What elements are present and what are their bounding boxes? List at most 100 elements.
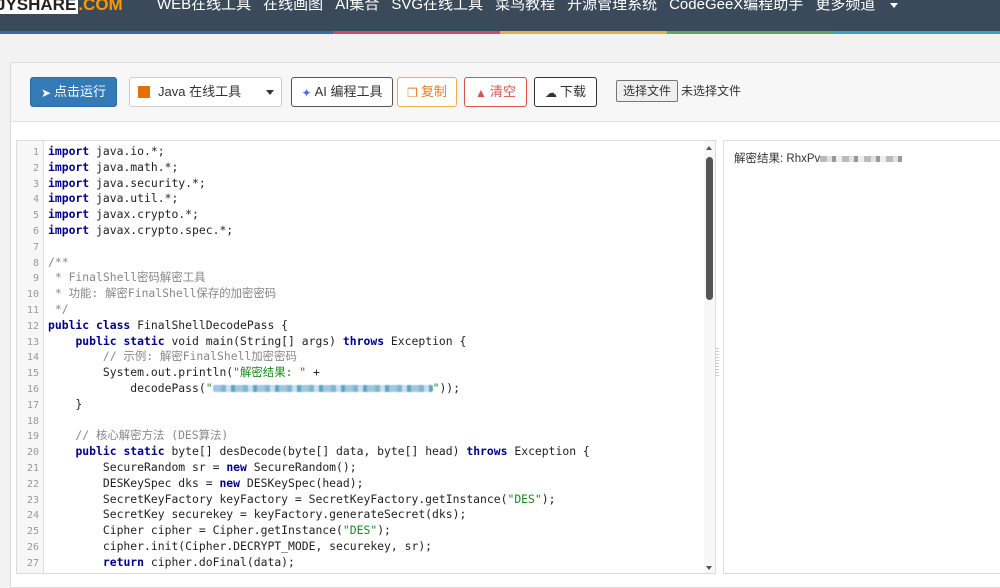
code-line: 9 * FinalShell密码解密工具 [17, 270, 707, 286]
nav-link[interactable]: 菜鸟教程 [495, 0, 555, 13]
code-text: SecureRandom sr = new SecureRandom(); [48, 460, 357, 476]
nav-color-strip [0, 31, 1000, 34]
line-number: 11 [26, 304, 39, 316]
main-card: ➤ 点击运行 Java 在线工具 ✦ AI 编程工具 ❐ 复制 ▲ 清空 ☁ 下载 选择文… [10, 62, 1000, 588]
top-navbar: JYSHARE .COM WEB在线工具 在线画图 AI集合 SVG在线工具 菜鸟教程 开源… [0, 0, 1000, 31]
language-select[interactable]: Java 在线工具 [129, 77, 282, 107]
code-line: 13 public static void main(String[] args… [17, 334, 707, 350]
nav-link[interactable]: SVG在线工具 [391, 0, 483, 13]
copy-icon: ❐ [407, 85, 418, 100]
code-text: SecretKey securekey = keyFactory.generat… [48, 507, 466, 523]
line-number: 23 [26, 494, 39, 506]
code-token: FinalShellDecodePass { [130, 317, 289, 332]
code-text: cipher.init(Cipher.DECRYPT_MODE, securek… [48, 539, 432, 555]
code-token: javax.crypto.*; [89, 207, 199, 222]
code-token: java.util.*; [89, 191, 179, 206]
scrollbar-thumb[interactable] [706, 157, 713, 300]
choose-file-button[interactable]: 选择文件 [616, 80, 679, 102]
code-token: cipher.doFinal(data); [144, 554, 295, 569]
line-number: 16 [26, 383, 39, 395]
code-text: public class FinalShellDecodePass { [48, 318, 288, 334]
code-token: Exception { [384, 333, 467, 348]
logo-domain: .COM [78, 0, 123, 14]
code-token: decodePass( [48, 380, 206, 395]
code-token: ); [541, 491, 556, 506]
code-line: 1 import java.io.*; [17, 144, 707, 160]
nav-link[interactable]: CodeGeeX编程助手 [669, 0, 803, 13]
color-strip-segment [500, 31, 667, 34]
run-button[interactable]: ➤ 点击运行 [30, 77, 117, 107]
site-logo[interactable]: JYSHARE .COM [0, 0, 123, 16]
code-line: 2 import java.math.*; [17, 160, 707, 176]
ai-icon: ✦ [301, 85, 312, 100]
code-token: Cipher cipher = Cipher.getInstance( [48, 523, 343, 538]
code-token: // 示例: 解密FinalShell加密密码 [48, 349, 297, 364]
paper-plane-icon: ➤ [40, 85, 52, 100]
code-token: Exception { [507, 444, 590, 459]
editor-scrollbar[interactable] [704, 141, 715, 573]
output-panel: 解密结果: RhxPv [723, 140, 1000, 574]
code-token: * FinalShell密码解密工具 [48, 270, 206, 285]
code-line: 10 * 功能: 解密FinalShell保存的加密密码 [17, 286, 707, 302]
code-text: decodePass(" ")); [48, 381, 460, 397]
nav-link[interactable]: AI集合 [335, 0, 379, 13]
code-line: 26 cipher.init(Cipher.DECRYPT_MODE, secu… [17, 539, 707, 555]
code-text: public static void main(String[] args) t… [48, 334, 466, 350]
code-token: DESKeySpec dks = [48, 475, 220, 490]
nav-link[interactable]: 开源管理系统 [567, 0, 657, 13]
code-token: import [48, 159, 90, 174]
code-editor[interactable]: 1 import java.io.*; 2 import java.math.*; 3 i… [16, 140, 716, 574]
code-token: System.out.println( [48, 365, 234, 380]
nav-more-label: 更多频道 [815, 0, 876, 13]
code-line: 23 SecretKeyFactory keyFactory = SecretK… [17, 492, 707, 508]
code-text: */ [48, 302, 69, 318]
nav-link[interactable]: WEB在线工具 [157, 0, 251, 13]
code-token: "解密结果: " [233, 365, 307, 380]
code-token: SecretKeyFactory keyFactory = SecretKeyF… [48, 491, 508, 506]
code-token: public static [75, 444, 165, 459]
scroll-up-arrow-icon[interactable] [706, 146, 712, 150]
code-text: Cipher cipher = Cipher.getInstance("DES"… [48, 523, 391, 539]
pane-resize-handle[interactable] [715, 348, 719, 376]
copy-button[interactable]: ❐ 复制 [397, 77, 457, 107]
code-line: 5 import javax.crypto.*; [17, 207, 707, 223]
code-token: SecureRandom(); [246, 459, 357, 474]
download-button[interactable]: ☁ 下载 [534, 77, 597, 107]
code-token: ); [377, 523, 391, 538]
code-token: public static [75, 333, 165, 348]
line-number: 24 [26, 510, 39, 522]
color-strip-segment [166, 31, 334, 34]
nav-link[interactable]: 在线画图 [263, 0, 323, 13]
code-line: 3 import java.security.*; [17, 176, 707, 192]
output-result: 解密结果: RhxPv [734, 150, 903, 166]
code-text: import java.security.*; [48, 176, 206, 192]
code-line: 7 [17, 239, 707, 255]
scroll-down-arrow-icon[interactable] [706, 566, 712, 570]
code-text: // 核心解密方法 (DES算法) [48, 428, 228, 444]
line-number: 6 [32, 225, 39, 237]
code-line: 22 DESKeySpec dks = new DESKeySpec(head)… [17, 476, 707, 492]
color-strip-segment [333, 31, 501, 34]
code-token: return [102, 554, 145, 569]
clear-button[interactable]: ▲ 清空 [464, 77, 527, 107]
code-line: 25 Cipher cipher = Cipher.getInstance("D… [17, 523, 707, 539]
code-line: 20 public static byte[] desDecode(byte[]… [17, 444, 707, 460]
code-line: 4 import java.util.*; [17, 191, 707, 207]
line-number: 5 [32, 210, 39, 222]
line-number: 12 [26, 320, 39, 332]
line-number: 3 [32, 178, 39, 190]
nav-more-dropdown[interactable]: 更多频道 [815, 0, 910, 13]
eraser-icon: ▲ [475, 85, 487, 100]
color-strip-segment [0, 31, 167, 34]
code-token: java.security.*; [89, 175, 206, 190]
code-token: )); [439, 380, 461, 395]
code-line: 27 return cipher.doFinal(data); [17, 555, 707, 571]
ai-coding-tool-button[interactable]: ✦ AI 编程工具 [291, 77, 393, 107]
code-token: new [226, 459, 247, 474]
code-token: // 核心解密方法 (DES算法) [48, 428, 229, 443]
code-text: public static byte[] desDecode(byte[] da… [48, 444, 590, 460]
line-number: 20 [26, 447, 39, 459]
code-text: * FinalShell密码解密工具 [48, 270, 206, 286]
